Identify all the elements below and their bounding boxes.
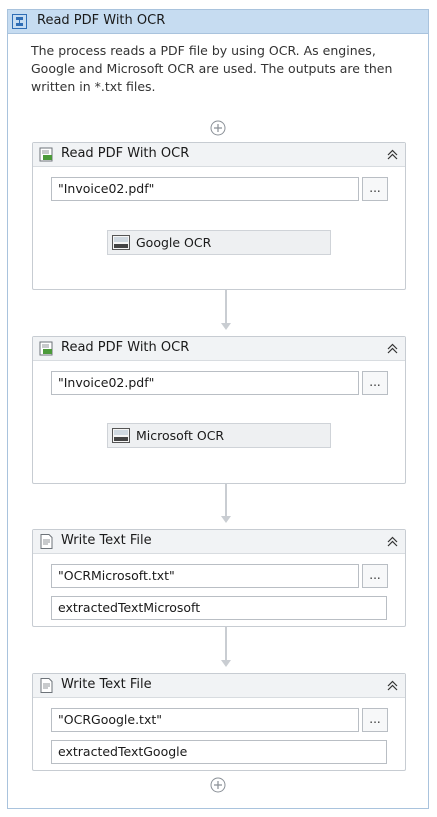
file-name-field[interactable]: "Invoice02.pdf" — [51, 371, 359, 395]
connector-line — [225, 627, 227, 660]
engine-label: Google OCR — [136, 235, 212, 250]
read-pdf-ocr-activity-google[interactable]: Read PDF With OCR "Invoice02.pdf" ... Go… — [32, 142, 406, 290]
activity-header[interactable]: Read PDF With OCR — [33, 143, 405, 167]
text-input-field[interactable]: extractedTextMicrosoft — [51, 596, 387, 620]
activity-title: Write Text File — [61, 677, 152, 692]
text-file-icon — [40, 534, 53, 549]
activity-title: Read PDF With OCR — [61, 146, 190, 161]
connector-line — [225, 290, 227, 323]
browse-button[interactable]: ... — [362, 564, 388, 588]
activity-header[interactable]: Read PDF With OCR — [33, 337, 405, 361]
collapse-chevron-icon[interactable] — [386, 679, 399, 692]
engine-label: Microsoft OCR — [136, 428, 225, 443]
text-file-icon — [40, 678, 53, 693]
collapse-chevron-icon[interactable] — [386, 148, 399, 161]
connector-arrow-icon — [221, 516, 231, 523]
sequence-icon — [12, 14, 27, 29]
file-name-field[interactable]: "OCRGoogle.txt" — [51, 708, 359, 732]
ocr-engine-icon — [112, 235, 130, 250]
ocr-engine-google[interactable]: Google OCR — [107, 230, 331, 255]
connector-arrow-icon — [221, 323, 231, 330]
sequence-title: Read PDF With OCR — [37, 13, 166, 28]
sequence-description: The process reads a PDF file by using OC… — [31, 43, 393, 94]
activity-header[interactable]: Write Text File — [33, 674, 405, 698]
pdf-ocr-icon — [39, 147, 53, 162]
collapse-chevron-icon[interactable] — [386, 342, 399, 355]
browse-button[interactable]: ... — [362, 371, 388, 395]
ocr-engine-microsoft[interactable]: Microsoft OCR — [107, 423, 331, 448]
activity-title: Write Text File — [61, 533, 152, 548]
read-pdf-ocr-activity-microsoft[interactable]: Read PDF With OCR "Invoice02.pdf" ... Mi… — [32, 336, 406, 484]
write-text-file-activity-microsoft[interactable]: Write Text File "OCRMicrosoft.txt" ... e… — [32, 529, 406, 627]
write-text-file-activity-google[interactable]: Write Text File "OCRGoogle.txt" ... extr… — [32, 673, 406, 771]
browse-button[interactable]: ... — [362, 177, 388, 201]
connector-arrow-icon — [221, 660, 231, 667]
file-name-field[interactable]: "OCRMicrosoft.txt" — [51, 564, 359, 588]
add-activity-plus-icon[interactable] — [210, 120, 226, 136]
connector-line — [225, 484, 227, 516]
collapse-chevron-icon[interactable] — [386, 535, 399, 548]
browse-button[interactable]: ... — [362, 708, 388, 732]
add-activity-plus-icon[interactable] — [210, 777, 226, 793]
activity-title: Read PDF With OCR — [61, 340, 190, 355]
sequence-container[interactable]: Read PDF With OCR The process reads a PD… — [7, 9, 429, 809]
sequence-header[interactable]: Read PDF With OCR — [8, 10, 428, 34]
pdf-ocr-icon — [39, 341, 53, 356]
activity-header[interactable]: Write Text File — [33, 530, 405, 554]
file-name-field[interactable]: "Invoice02.pdf" — [51, 177, 359, 201]
ocr-engine-icon — [112, 428, 130, 443]
text-input-field[interactable]: extractedTextGoogle — [51, 740, 387, 764]
